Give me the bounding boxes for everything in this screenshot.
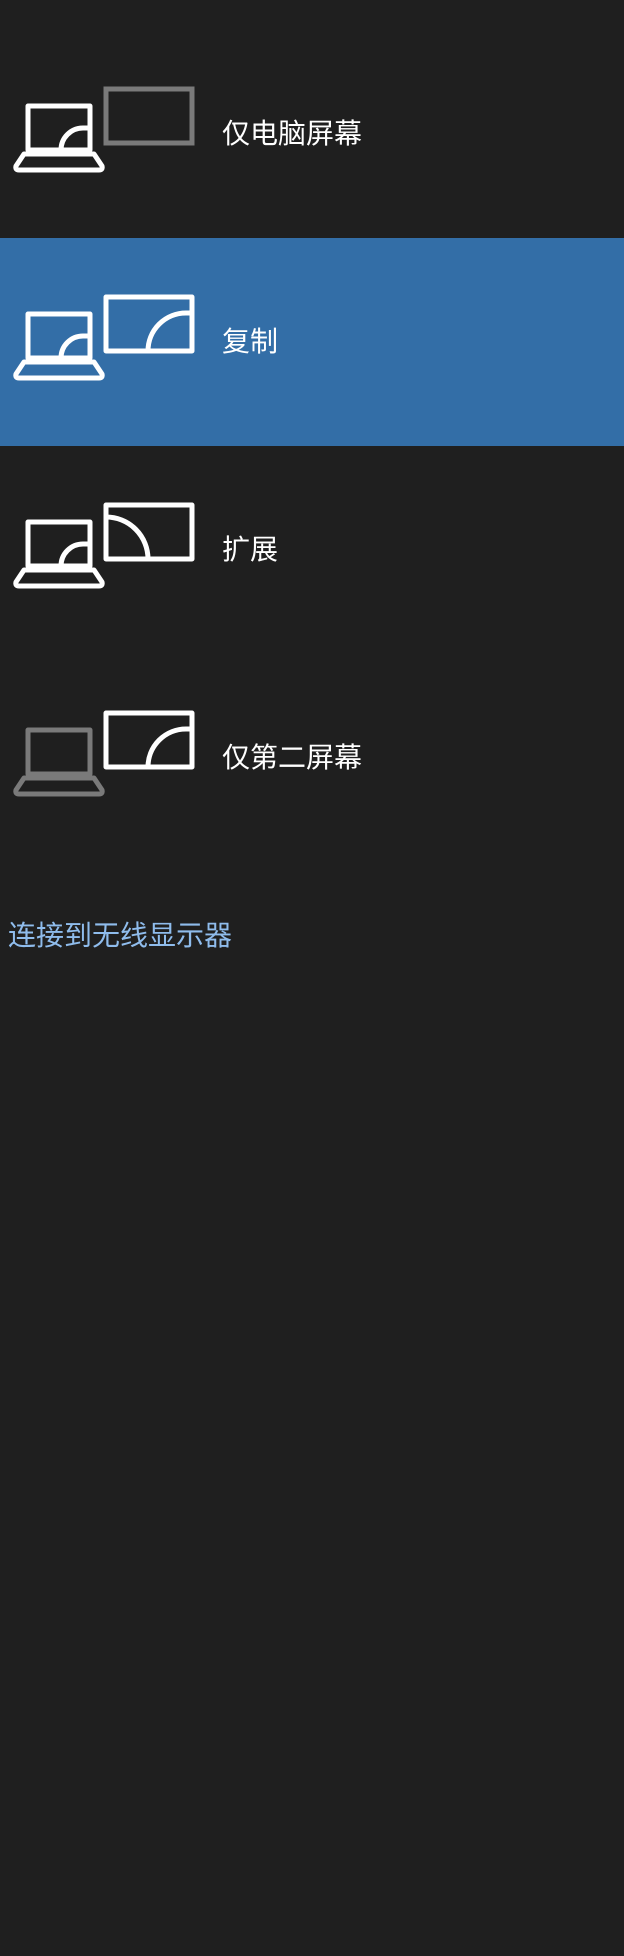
option-pc-screen-only[interactable]: 仅电脑屏幕 [0,30,624,238]
option-extend[interactable]: 扩展 [0,446,624,654]
option-second-screen-only[interactable]: 仅第二屏幕 [0,654,624,862]
pc-screen-only-icon [13,86,195,186]
project-options-list: 仅电脑屏幕 复制 扩展 仅第二屏幕 [0,30,624,862]
option-label: 复制 [222,325,279,358]
option-label: 仅第二屏幕 [222,741,363,774]
option-duplicate[interactable]: 复制 [0,238,624,446]
option-label: 仅电脑屏幕 [222,117,363,150]
second-screen-only-icon [13,710,195,810]
connect-wireless-display-link[interactable]: 连接到无线显示器 [8,914,232,954]
duplicate-icon [13,294,195,394]
option-label: 扩展 [222,533,279,566]
extend-icon [13,502,195,602]
